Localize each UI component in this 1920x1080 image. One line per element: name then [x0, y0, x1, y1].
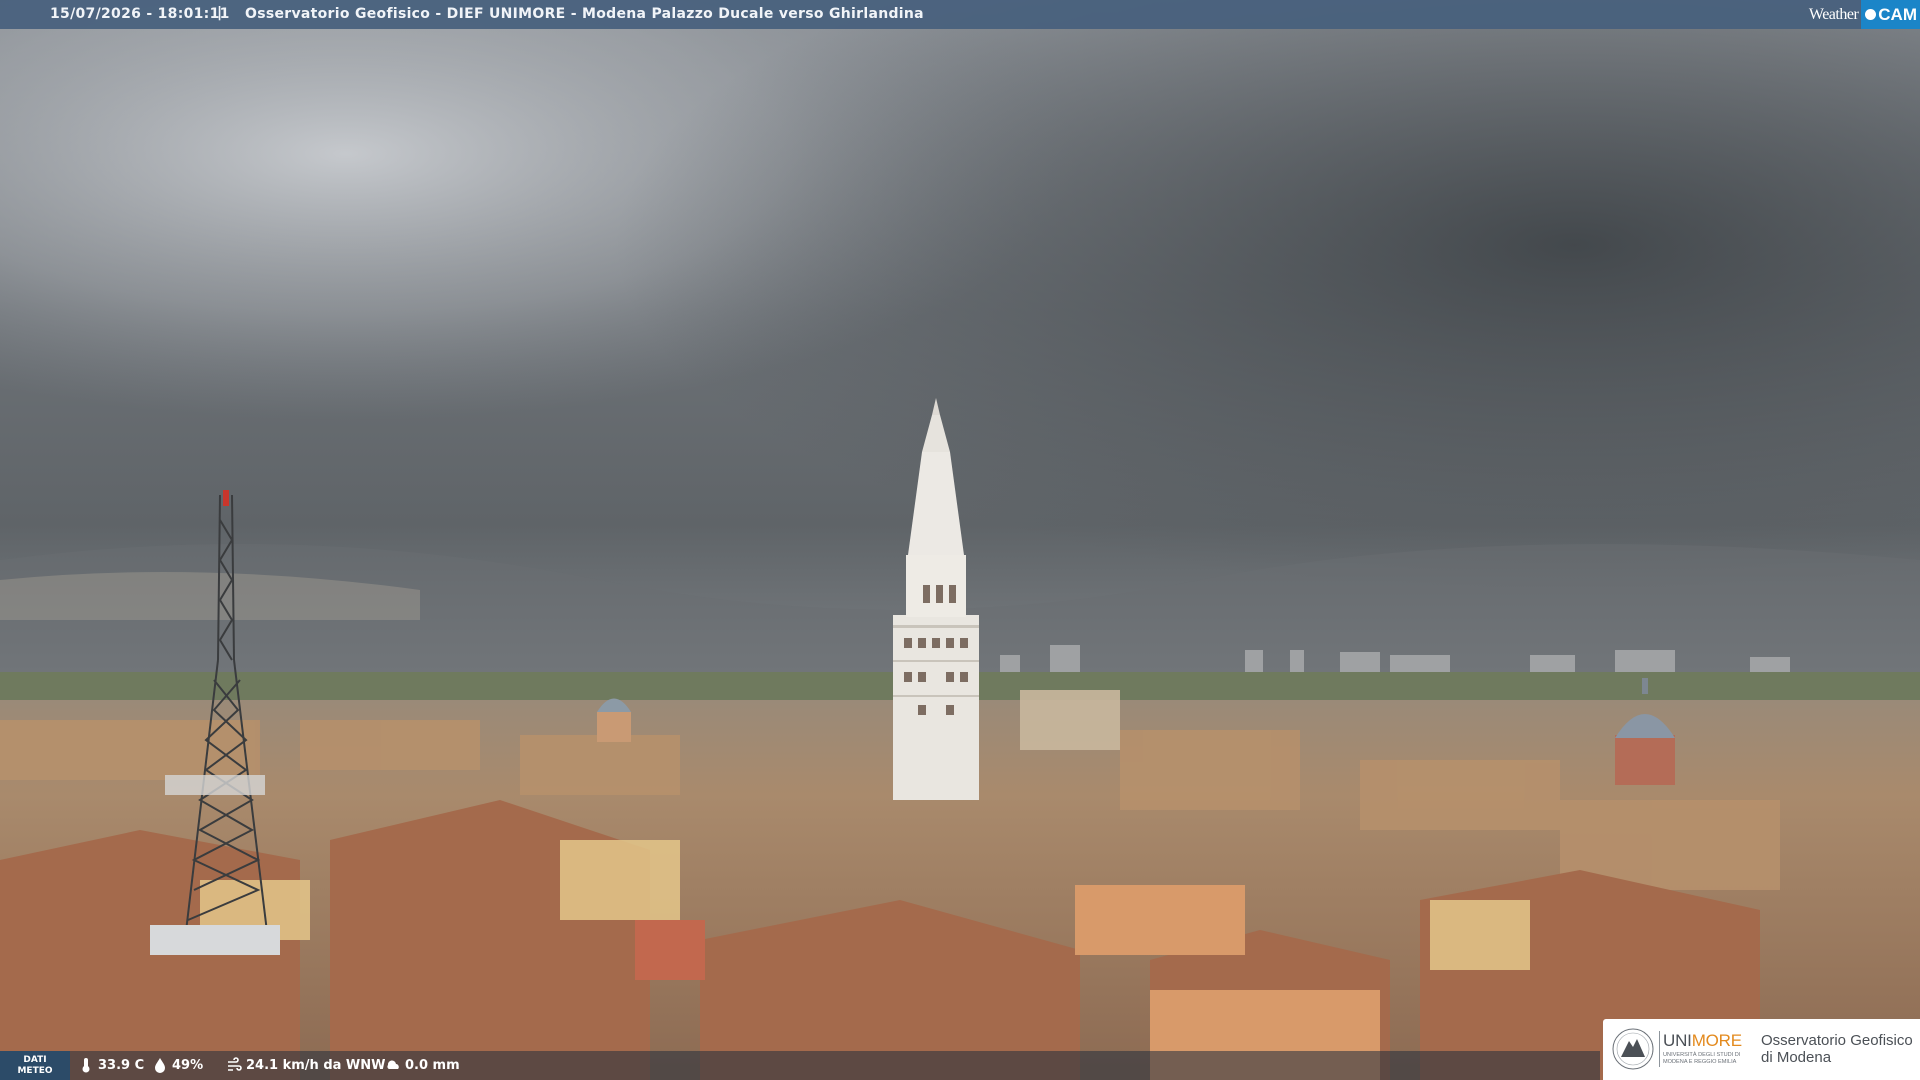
weathercam-logo-word: Weather [1808, 5, 1859, 23]
weathercam-logo-cam: CAM [1878, 5, 1917, 24]
camera-title: Osservatorio Geofisico - DIEF UNIMORE - … [245, 6, 924, 22]
humidity-metric: 49% [152, 1057, 203, 1073]
camera-lens-icon [1865, 9, 1877, 20]
wind-icon [228, 1057, 242, 1071]
unimore-wordmark: UNIMORE [1663, 1031, 1742, 1051]
university-seal-icon [1612, 1028, 1654, 1070]
observatory-name-line2: di Modena [1761, 1049, 1832, 1066]
unimore-subtitle: UNIVERSITÀ DEGLI STUDI DI MODENA E REGGI… [1663, 1052, 1741, 1065]
temperature-metric: 33.9 C [78, 1057, 144, 1073]
timestamp: 15/07/2026 - 18:01:11 [50, 6, 230, 22]
unimore-wordmark-suffix: MORE [1691, 1031, 1742, 1050]
rain-icon [387, 1060, 399, 1069]
rain-value: 0.0 mm [405, 1057, 460, 1073]
wind-metric: 24.1 km/h da WNW [226, 1057, 385, 1073]
observatory-name-line1: Osservatorio Geofisico [1761, 1032, 1913, 1049]
weather-data-label: DATI METEO [0, 1051, 70, 1080]
humidity-value: 49% [172, 1057, 204, 1073]
weathercam-logo: Weather CAM [1809, 0, 1920, 29]
temperature-value: 33.9 C [98, 1057, 145, 1073]
observatory-name: Osservatorio Geofisico di Modena [1761, 1032, 1913, 1066]
webcam-image [0, 0, 1920, 1080]
weather-data-label-line2: METEO [17, 1066, 53, 1076]
rain-metric: 0.0 mm [385, 1057, 460, 1073]
caption-separator: | [217, 5, 223, 21]
logo-divider [1659, 1031, 1660, 1067]
water-drop-icon [155, 1058, 165, 1073]
caption-bar: 15/07/2026 - 18:01:11 | Osservatorio Geo… [0, 0, 1920, 29]
thermometer-icon [82, 1058, 90, 1073]
weather-data-label-line1: DATI [23, 1055, 47, 1065]
wind-value: 24.1 km/h da WNW [246, 1057, 386, 1073]
weather-data-bar: DATI METEO 33.9 C 49% 24.1 km/h da WNW 0… [0, 1051, 1600, 1080]
weathercam-logo-badge: CAM [1861, 0, 1920, 29]
unimore-wordmark-prefix: UNI [1663, 1031, 1692, 1050]
unimore-logo-panel: UNIMORE UNIVERSITÀ DEGLI STUDI DI MODENA… [1603, 1019, 1920, 1080]
